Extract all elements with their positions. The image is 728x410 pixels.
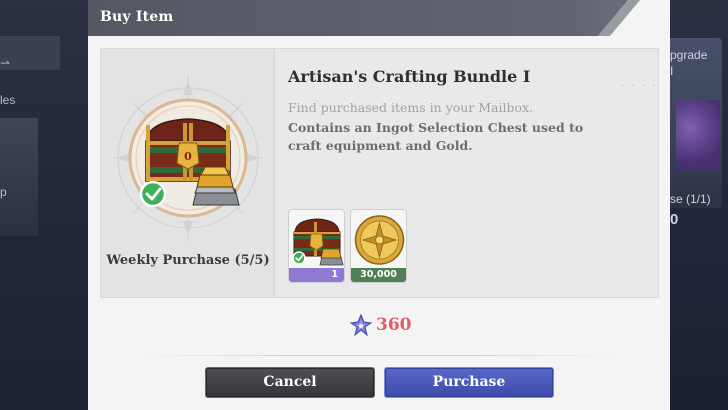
background-text: les [0,93,16,107]
item-name: Artisan's Crafting Bundle I [288,67,531,86]
reward-item[interactable]: 30,000 [350,209,407,283]
reward-quantity: 30,000 [351,268,406,282]
ornament-dots: · · · · [621,81,658,92]
crystal-icon [350,314,372,336]
dialog-title: Buy Item [100,9,174,25]
header-banner [88,0,640,36]
background-text: 0 [670,211,679,228]
buy-item-dialog: Buy Item 0 Weekly Purchase (5/5) Artisan… [88,0,670,410]
background-text: pgrade [670,48,708,62]
background-right-panel: pgrade I se (1/1) 0 [670,0,728,410]
svg-text:0: 0 [184,150,192,163]
bundle-art: 0 [113,75,263,241]
chest-icon [292,218,344,266]
background-left-panel: ⇀ les p [0,0,88,410]
item-description: Contains an Ingot Selection Chest used t… [288,120,584,153]
price-display: 360 [350,314,412,336]
price-amount: 360 [376,315,412,335]
gold-coin-icon [354,215,405,265]
purchase-button[interactable]: Purchase [384,367,554,398]
background-text: p [0,185,7,199]
weekly-purchase-limit: Weekly Purchase (5/5) [106,253,270,268]
dialog-header: Buy Item [88,0,670,36]
reward-quantity: 1 [289,268,344,282]
background-arrow-icon: ⇀ [0,56,11,70]
item-panel: 0 Weekly Purchase (5/5) Artisan's Crafti… [100,48,659,298]
background-chest-icon [676,100,720,170]
background-text: se (1/1) [670,192,711,206]
item-art-pane: 0 Weekly Purchase (5/5) [101,49,275,297]
background-card [0,118,38,236]
reward-item[interactable]: 1 [288,209,345,283]
mailbox-note: Find purchased items in your Mailbox. [288,100,534,115]
cancel-button[interactable]: Cancel [205,367,375,398]
footer-divider [138,355,620,356]
background-text: I [670,64,674,78]
